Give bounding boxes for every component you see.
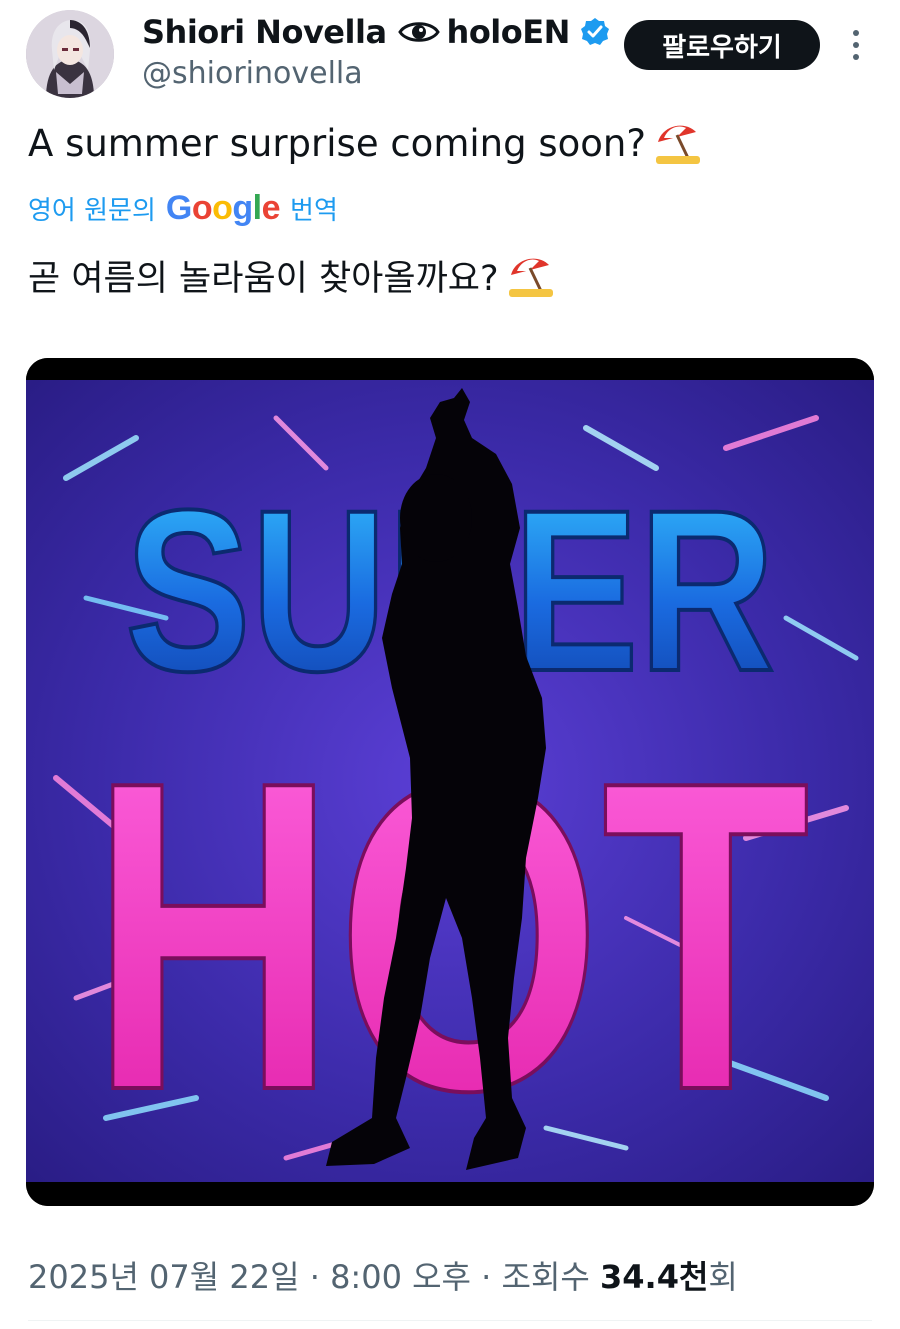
beach-umbrella-icon xyxy=(655,125,700,164)
beach-umbrella-icon xyxy=(508,258,553,297)
divider xyxy=(28,1320,872,1321)
tweet-date[interactable]: 2025년 07월 22일 xyxy=(28,1258,300,1296)
follow-button[interactable]: 팔로우하기 xyxy=(624,20,820,70)
tweet-text: A summer surprise coming soon? xyxy=(28,121,646,165)
more-vertical-icon[interactable] xyxy=(846,28,866,62)
tweet-meta: 2025년 07월 22일 · 8:00 오후 · 조회수 34.4천회 xyxy=(28,1252,738,1298)
avatar[interactable] xyxy=(26,10,114,98)
tweet-text-translated: 곧 여름의 놀라움이 찾아올까요? xyxy=(28,250,555,301)
google-logo: Google xyxy=(165,188,281,227)
tweet-media-image[interactable]: SUPER HOT xyxy=(26,358,874,1206)
meta-separator: · xyxy=(481,1258,492,1296)
meta-separator: · xyxy=(309,1258,320,1296)
verified-badge-icon xyxy=(580,18,609,45)
translate-link[interactable]: 영어 원문의 Google 번역 xyxy=(28,188,338,228)
tweet-text-original: A summer surprise coming soon? xyxy=(28,120,702,166)
eye-icon xyxy=(397,22,440,42)
tweet-time[interactable]: 8:00 오후 xyxy=(330,1258,471,1296)
views-label: 조회수 xyxy=(501,1258,590,1296)
author-handle[interactable]: @shiorinovella xyxy=(142,56,363,91)
translate-suffix: 번역 xyxy=(290,195,338,226)
affiliation-name: holoEN xyxy=(446,13,571,51)
author-name-row[interactable]: Shiori Novella holoEN xyxy=(142,12,610,52)
views-unit: 회 xyxy=(708,1258,738,1296)
display-name[interactable]: Shiori Novella xyxy=(142,13,387,51)
translate-prefix: 영어 원문의 xyxy=(28,195,156,226)
translated-text: 곧 여름의 놀라움이 찾아올까요? xyxy=(28,259,499,299)
views-count: 34.4천 xyxy=(600,1258,709,1296)
